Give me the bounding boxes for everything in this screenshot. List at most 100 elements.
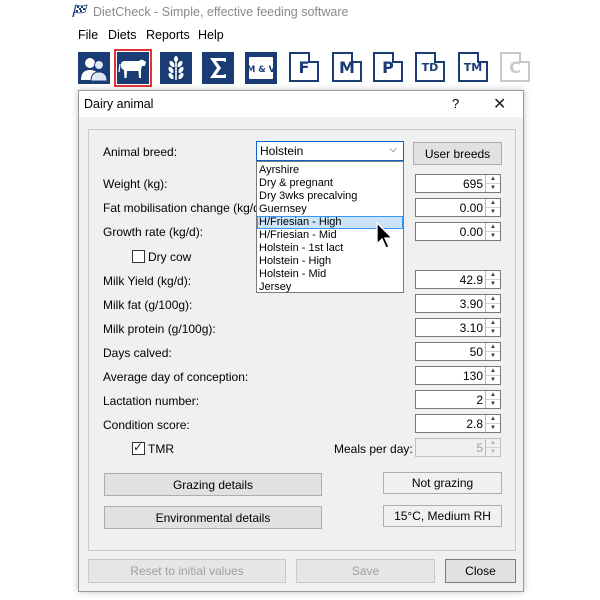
user-breeds-button[interactable]: User breeds — [413, 142, 502, 165]
lactation-number-label: Lactation number: — [103, 394, 200, 408]
animals-button[interactable] — [78, 52, 110, 84]
minerals-vitamins-button[interactable]: M & V — [245, 52, 277, 84]
reset-button: Reset to initial values — [88, 559, 286, 583]
spin-down-icon[interactable]: ▼ — [486, 400, 500, 408]
milk-yield-spinner[interactable]: ▲ ▼ — [485, 271, 500, 288]
milk-protein-spinner[interactable]: ▲ ▼ — [485, 319, 500, 336]
menu-diets[interactable]: Diets — [108, 28, 136, 42]
milk-fat-input[interactable]: 3.90 ▲ ▼ — [415, 294, 501, 313]
fat-mobilisation-input[interactable]: 0.00 ▲ ▼ — [415, 198, 501, 217]
save-button: Save — [296, 559, 435, 583]
meals-per-day-input: 5 ▲ ▼ — [415, 438, 501, 457]
spin-up-icon[interactable]: ▲ — [486, 367, 500, 376]
feeds-button[interactable] — [160, 52, 192, 84]
weight-label: Weight (kg): — [103, 177, 168, 191]
condition-score-input[interactable]: 2.8 ▲ ▼ — [415, 414, 501, 433]
spin-down-icon[interactable]: ▼ — [486, 424, 500, 432]
weight-input[interactable]: 695 ▲ ▼ — [415, 174, 501, 193]
toolbar-label-f: F — [298, 58, 310, 77]
breed-option[interactable]: Dry & pregnant — [257, 177, 403, 190]
spin-up-icon[interactable]: ▲ — [486, 199, 500, 208]
spin-up-icon[interactable]: ▲ — [486, 319, 500, 328]
dry-cow-checkbox[interactable] — [132, 250, 145, 263]
days-calved-value: 50 — [469, 345, 483, 359]
spin-down-icon[interactable]: ▼ — [486, 184, 500, 192]
help-button[interactable]: ? — [452, 96, 459, 111]
weight-value: 695 — [462, 177, 483, 191]
condition-score-value: 2.8 — [466, 417, 483, 431]
milk-yield-label: Milk Yield (kg/d): — [103, 274, 192, 288]
breed-option[interactable]: Jersey — [257, 281, 403, 294]
growth-rate-value: 0.00 — [459, 225, 483, 239]
spin-down-icon[interactable]: ▼ — [486, 376, 500, 384]
toolbar-button-tm[interactable]: TM — [458, 52, 490, 84]
lactation-number-input[interactable]: 2 ▲ ▼ — [415, 390, 501, 409]
fat-mobilisation-spinner[interactable]: ▲ ▼ — [485, 199, 500, 216]
spin-down-icon[interactable]: ▼ — [486, 280, 500, 288]
grazing-details-button[interactable]: Grazing details — [104, 473, 322, 496]
spin-up-icon[interactable]: ▲ — [486, 271, 500, 280]
toolbar-button-p[interactable]: P — [373, 52, 405, 84]
toolbar-label-c: C — [509, 58, 521, 77]
spin-down-icon[interactable]: ▼ — [486, 328, 500, 336]
avg-conception-spinner[interactable]: ▲ ▼ — [485, 367, 500, 384]
environmental-details-button[interactable]: Environmental details — [104, 506, 322, 529]
spin-up-icon[interactable]: ▲ — [486, 223, 500, 232]
document-m-icon: M — [332, 52, 362, 82]
weight-spinner[interactable]: ▲ ▼ — [485, 175, 500, 192]
avg-conception-input[interactable]: 130 ▲ ▼ — [415, 366, 501, 385]
days-calved-input[interactable]: 50 ▲ ▼ — [415, 342, 501, 361]
totals-button[interactable] — [202, 52, 234, 84]
spin-up-icon[interactable]: ▲ — [486, 391, 500, 400]
growth-rate-input[interactable]: 0.00 ▲ ▼ — [415, 222, 501, 241]
spin-up-icon[interactable]: ▲ — [486, 295, 500, 304]
breed-option[interactable]: Holstein - Mid — [257, 268, 403, 281]
environment-status: 15°C, Medium RH — [383, 505, 502, 527]
milk-yield-input[interactable]: 42.9 ▲ ▼ — [415, 270, 501, 289]
milk-fat-spinner[interactable]: ▲ ▼ — [485, 295, 500, 312]
minerals-vitamins-icon: M & V — [245, 52, 277, 84]
lactation-number-spinner[interactable]: ▲ ▼ — [485, 391, 500, 408]
spin-down-icon[interactable]: ▼ — [486, 232, 500, 240]
days-calved-label: Days calved: — [103, 346, 172, 360]
milk-yield-value: 42.9 — [459, 273, 483, 287]
document-td-icon: TD — [415, 52, 445, 82]
growth-rate-spinner[interactable]: ▲ ▼ — [485, 223, 500, 240]
menu-help[interactable]: Help — [198, 28, 224, 42]
toolbar-button-f[interactable]: F — [289, 52, 321, 84]
condition-score-spinner[interactable]: ▲ ▼ — [485, 415, 500, 432]
menu-file[interactable]: File — [78, 28, 98, 42]
breed-option[interactable]: Guernsey — [257, 203, 403, 216]
toolbar-button-m[interactable]: M — [332, 52, 364, 84]
dialog-title: Dairy animal — [84, 97, 154, 111]
toolbar-button-td[interactable]: TD — [415, 52, 447, 84]
mouse-pointer-icon — [376, 222, 394, 249]
dialog-title-bar: Dairy animal ? ✕ — [79, 91, 523, 117]
milk-protein-input[interactable]: 3.10 ▲ ▼ — [415, 318, 501, 337]
spin-up-icon[interactable]: ▲ — [486, 415, 500, 424]
milk-fat-label: Milk fat (g/100g): — [103, 298, 193, 312]
spin-up-icon[interactable]: ▲ — [486, 175, 500, 184]
svg-text:M & V: M & V — [247, 65, 276, 75]
document-tm-icon: TM — [458, 52, 488, 82]
dialog-close-icon[interactable]: ✕ — [493, 94, 506, 114]
days-calved-spinner[interactable]: ▲ ▼ — [485, 343, 500, 360]
breed-option[interactable]: Ayrshire — [257, 164, 403, 177]
animal-breed-select[interactable]: Holstein ⌵ — [256, 141, 404, 161]
meals-per-day-label: Meals per day: — [334, 442, 413, 456]
breed-option[interactable]: Dry 3wks precalving — [257, 190, 403, 203]
spin-up-icon[interactable]: ▲ — [486, 343, 500, 352]
wheat-icon — [160, 52, 192, 84]
menu-reports[interactable]: Reports — [146, 28, 190, 42]
users-icon — [78, 52, 110, 84]
spin-down-icon[interactable]: ▼ — [486, 352, 500, 360]
spin-down-icon[interactable]: ▼ — [486, 304, 500, 312]
tmr-checkbox[interactable] — [132, 440, 145, 455]
close-button[interactable]: Close — [445, 559, 516, 583]
chevron-down-icon[interactable]: ⌵ — [389, 144, 397, 155]
dairy-animal-button[interactable] — [114, 49, 152, 87]
breed-option[interactable]: Holstein - High — [257, 255, 403, 268]
spin-down-icon: ▼ — [490, 449, 496, 455]
document-f-icon: F — [289, 52, 319, 82]
spin-down-icon[interactable]: ▼ — [486, 208, 500, 216]
